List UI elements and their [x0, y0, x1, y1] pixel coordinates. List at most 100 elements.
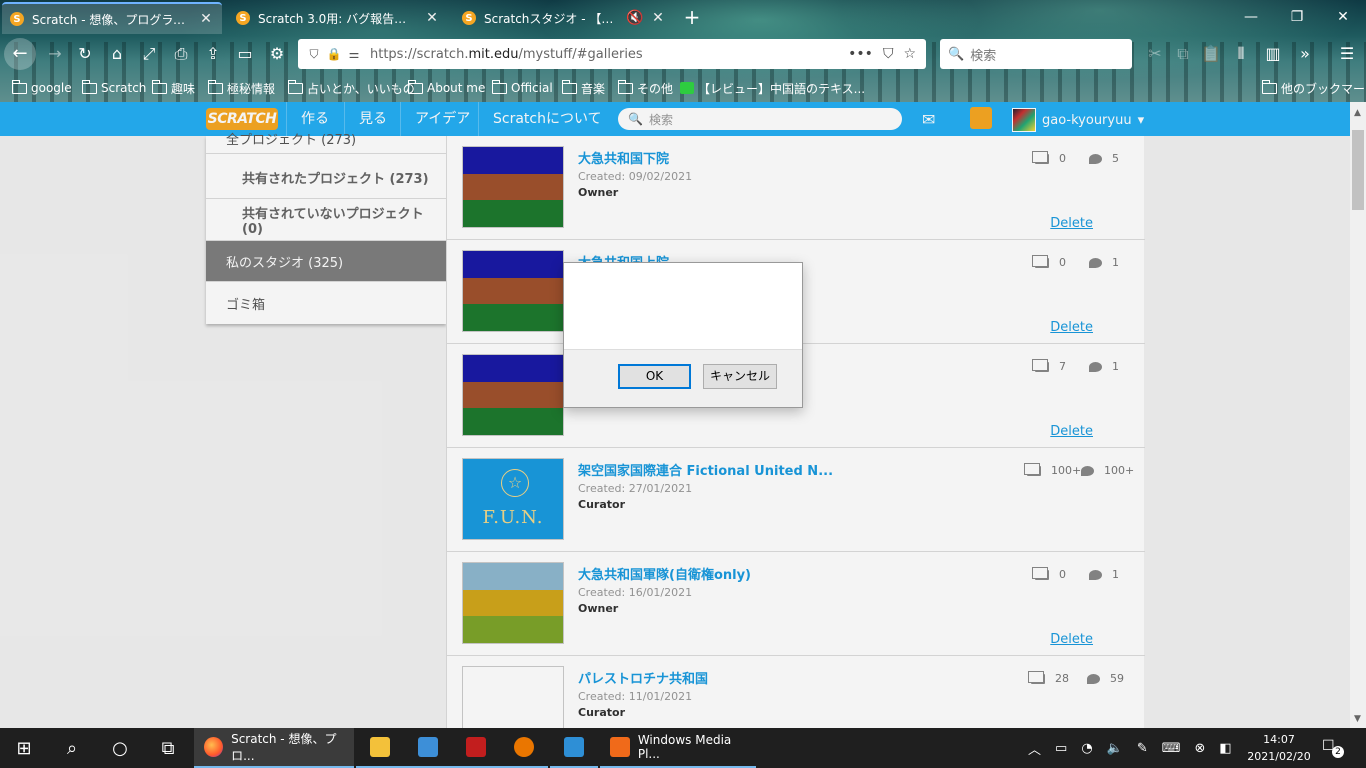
- other-bookmarks-folder[interactable]: 他のブックマーク: [1261, 78, 1366, 98]
- web-page: SCRATCH 作る 見る アイデア Scratchについて 🔍 検索 ✉ ga…: [0, 102, 1366, 728]
- cut-icon[interactable]: ✂: [1142, 41, 1168, 67]
- page-scrollbar[interactable]: ▲ ▼: [1350, 102, 1366, 728]
- bookmark-folder[interactable]: 占いとか、いいもの: [287, 78, 415, 98]
- bookmark-folder[interactable]: 音楽: [561, 78, 606, 98]
- pocket-icon[interactable]: ⛉: [883, 46, 894, 62]
- volume-icon[interactable]: 🔈: [1107, 741, 1123, 756]
- taskbar-windows-media-player[interactable]: Windows Media Pl...: [600, 728, 756, 768]
- wifi-icon[interactable]: ◔: [1081, 741, 1092, 756]
- fullscreen-icon[interactable]: ⤢: [136, 41, 162, 67]
- url-text[interactable]: https://scratch.mit.edu/mystuff/#galleri…: [364, 47, 848, 62]
- taskbar-vs-app[interactable]: [550, 728, 598, 768]
- browser-chrome: S Scratch - 想像、プログラム、共有 ✕ S Scratch 3.0用…: [0, 0, 1366, 102]
- taskbar-filezilla[interactable]: [452, 728, 500, 768]
- app-icon: [418, 737, 438, 757]
- ok-button[interactable]: OK: [618, 364, 691, 389]
- sidebar-icon[interactable]: ▥: [1260, 41, 1286, 67]
- pen-icon[interactable]: ✎: [1137, 741, 1148, 756]
- address-bar[interactable]: ⛉ 🔒 ⚌ https://scratch.mit.edu/mystuff/#g…: [298, 39, 926, 69]
- bookmark-folder[interactable]: 趣味: [151, 78, 195, 98]
- cortana-icon[interactable]: ○: [96, 728, 144, 768]
- keyboard-icon[interactable]: ⌨: [1162, 741, 1181, 756]
- search-icon: 🔍: [948, 46, 965, 62]
- close-circle-icon[interactable]: ⊗: [1195, 741, 1206, 756]
- scratch-favicon-icon: S: [10, 12, 24, 26]
- copy-icon[interactable]: ⧉: [1170, 41, 1196, 67]
- search-placeholder: 検索: [970, 48, 997, 64]
- new-tab-button[interactable]: +: [680, 4, 704, 30]
- search-icon[interactable]: ⌕: [48, 728, 96, 768]
- bookmark-link[interactable]: 【レビュー】中国語のテキス...: [680, 78, 865, 98]
- windows-start-icon[interactable]: ⊞: [0, 728, 48, 768]
- tab-title: Scratch - 想像、プログラム、共有: [32, 12, 190, 27]
- browser-search-input[interactable]: 🔍 検索: [940, 39, 1132, 69]
- url-prefix: https://scratch.: [370, 46, 469, 62]
- bookmark-label: 極秘情報: [227, 81, 276, 96]
- app-tray-icon[interactable]: ◧: [1219, 741, 1231, 756]
- forward-button[interactable]: →: [42, 41, 68, 67]
- scroll-up-icon[interactable]: ▲: [1354, 108, 1361, 118]
- menu-hamburger-icon[interactable]: ☰: [1334, 41, 1360, 67]
- close-tab-icon[interactable]: ✕: [650, 10, 666, 26]
- bookmark-star-icon[interactable]: ☆: [903, 46, 916, 62]
- library-icon[interactable]: ⫴: [1228, 41, 1254, 67]
- bookmark-label: 【レビュー】中国語のテキス...: [698, 81, 866, 96]
- cancel-button[interactable]: キャンセル: [703, 364, 777, 389]
- page-actions-icon[interactable]: •••: [848, 46, 873, 62]
- folder-icon: [491, 79, 507, 94]
- clock-date: 2021/02/20: [1247, 750, 1311, 763]
- folder-icon[interactable]: ▭: [232, 41, 258, 67]
- bookmark-favicon-icon: [680, 82, 694, 94]
- home-button[interactable]: ⌂: [104, 41, 130, 67]
- system-clock[interactable]: 14:07 2021/02/20: [1244, 731, 1314, 765]
- taskbar-file-explorer[interactable]: [356, 728, 404, 768]
- mute-tab-icon[interactable]: 🔇: [626, 10, 643, 26]
- overflow-icon[interactable]: »: [1292, 41, 1318, 67]
- bookmark-folder[interactable]: About me: [407, 78, 485, 98]
- bookmark-folder[interactable]: その他: [617, 78, 674, 98]
- print-icon[interactable]: ⎙: [168, 41, 194, 67]
- minimize-button[interactable]: —: [1228, 4, 1274, 30]
- tab-title: Scratch 3.0用: バグ報告コーナー: [258, 11, 416, 26]
- permissions-icon[interactable]: ⚌: [344, 47, 364, 61]
- media-player-icon: [610, 737, 630, 757]
- windows-taskbar: ⊞ ⌕ ○ ⧉ Scratch - 想像、プロ... Windows Media…: [0, 728, 1366, 768]
- taskbar-app-label: Windows Media Pl...: [637, 733, 732, 761]
- battery-icon[interactable]: ▭: [1055, 741, 1067, 756]
- bookmark-label: 音楽: [581, 81, 606, 96]
- tab-bug-report[interactable]: S Scratch 3.0用: バグ報告コーナー ✕: [228, 2, 448, 34]
- scroll-down-icon[interactable]: ▼: [1354, 714, 1361, 724]
- back-button[interactable]: ←: [4, 38, 36, 70]
- close-tab-icon[interactable]: ✕: [198, 11, 214, 27]
- chevron-up-icon[interactable]: ︿: [1028, 739, 1041, 758]
- taskbar-firefox[interactable]: Scratch - 想像、プロ...: [194, 728, 354, 768]
- close-window-button[interactable]: ✕: [1320, 4, 1366, 30]
- bookmark-folder[interactable]: google: [11, 78, 72, 98]
- scrollbar-thumb[interactable]: [1352, 130, 1364, 210]
- blender-icon: [514, 737, 534, 757]
- folder-icon: [1261, 79, 1277, 94]
- tab-scratch-home[interactable]: S Scratch - 想像、プログラム、共有 ✕: [2, 2, 222, 34]
- folder-icon: [81, 79, 97, 94]
- navigation-toolbar: ← → ↻ ⌂ ⤢ ⎙ ⇪ ▭ ⚙ ⛉ 🔒 ⚌ https://scratch.…: [0, 36, 1366, 72]
- folder-icon: [407, 79, 423, 94]
- lock-icon[interactable]: 🔒: [324, 47, 344, 61]
- tab-studio[interactable]: S Scratchスタジオ - 【閉鎖】S.U 🔇 ✕: [454, 2, 674, 34]
- bookmark-folder[interactable]: Official: [491, 78, 553, 98]
- app-icon: [564, 737, 584, 757]
- taskbar-app[interactable]: [404, 728, 452, 768]
- bookmark-label: その他: [637, 81, 674, 96]
- taskbar-blender[interactable]: [500, 728, 548, 768]
- folder-icon: [561, 79, 577, 94]
- bookmark-folder[interactable]: 極秘情報: [207, 78, 276, 98]
- settings-gear-icon[interactable]: ⚙: [264, 41, 290, 67]
- action-center-icon[interactable]: ☐ 2: [1322, 738, 1344, 758]
- restore-button[interactable]: ❐: [1274, 4, 1320, 30]
- task-view-icon[interactable]: ⧉: [144, 728, 192, 768]
- bookmark-folder[interactable]: Scratch: [81, 78, 146, 98]
- close-tab-icon[interactable]: ✕: [424, 10, 440, 26]
- share-icon[interactable]: ⇪: [200, 41, 226, 67]
- paste-icon[interactable]: 📋: [1198, 41, 1224, 67]
- shield-icon[interactable]: ⛉: [304, 47, 324, 62]
- reload-button[interactable]: ↻: [72, 41, 98, 67]
